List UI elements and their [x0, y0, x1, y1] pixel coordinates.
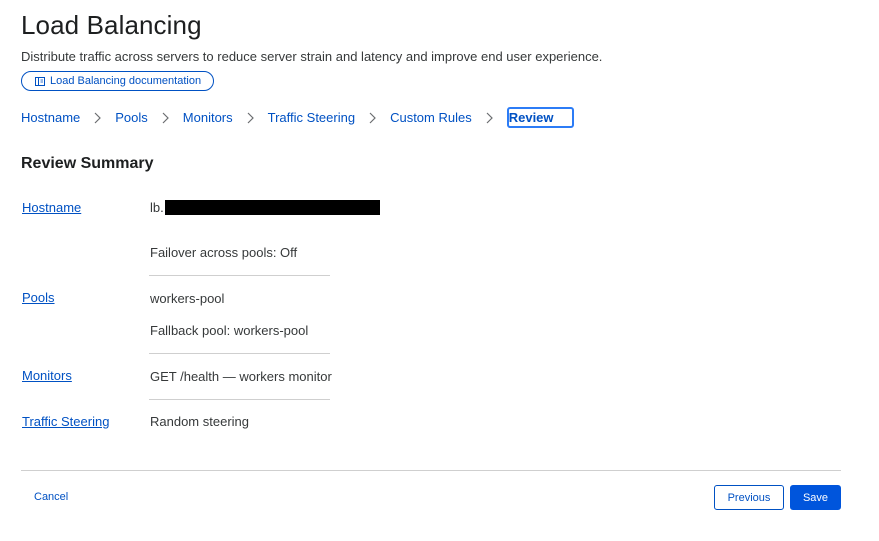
monitors-section-link[interactable]: Monitors	[22, 368, 72, 383]
page-subtitle: Distribute traffic across servers to red…	[21, 49, 603, 64]
fallback-pool-value: Fallback pool: workers-pool	[150, 323, 309, 338]
wizard-steps: Hostname Pools Monitors Traffic Steering…	[21, 107, 574, 128]
traffic-steering-section-link[interactable]: Traffic Steering	[22, 414, 109, 429]
step-monitors[interactable]: Monitors	[183, 110, 233, 125]
chevron-right-icon	[355, 112, 390, 124]
hostname-prefix: lb.	[150, 200, 164, 215]
step-custom-rules[interactable]: Custom Rules	[390, 110, 472, 125]
hostname-value: lb.	[150, 200, 380, 215]
previous-button[interactable]: Previous	[714, 485, 784, 510]
step-traffic-steering[interactable]: Traffic Steering	[268, 110, 355, 125]
chevron-right-icon	[472, 112, 507, 124]
chevron-right-icon	[148, 112, 183, 124]
cancel-link[interactable]: Cancel	[34, 491, 68, 503]
page-title: Load Balancing	[21, 10, 202, 40]
step-review[interactable]: Review	[506, 107, 574, 128]
documentation-link[interactable]: Load Balancing documentation	[21, 71, 215, 91]
footer-divider	[21, 470, 841, 471]
redacted-block	[164, 200, 380, 215]
chevron-right-icon	[233, 112, 268, 124]
step-pools[interactable]: Pools	[115, 110, 148, 125]
traffic-steering-value: Random steering	[150, 414, 249, 429]
review-summary-title: Review Summary	[21, 155, 154, 172]
failover-value: Failover across pools: Off	[150, 245, 298, 260]
pools-section-link[interactable]: Pools	[22, 290, 55, 305]
documentation-link-label: Load Balancing documentation	[50, 75, 202, 87]
save-button[interactable]: Save	[790, 485, 841, 510]
chevron-right-icon	[80, 112, 115, 124]
divider	[149, 275, 330, 276]
hostname-section-link[interactable]: Hostname	[22, 200, 81, 215]
book-icon	[35, 76, 45, 86]
monitor-value: GET /health — workers monitor	[150, 369, 332, 384]
step-hostname[interactable]: Hostname	[21, 110, 80, 125]
pool-value: workers-pool	[150, 291, 225, 306]
divider	[149, 353, 330, 354]
divider	[149, 399, 330, 400]
